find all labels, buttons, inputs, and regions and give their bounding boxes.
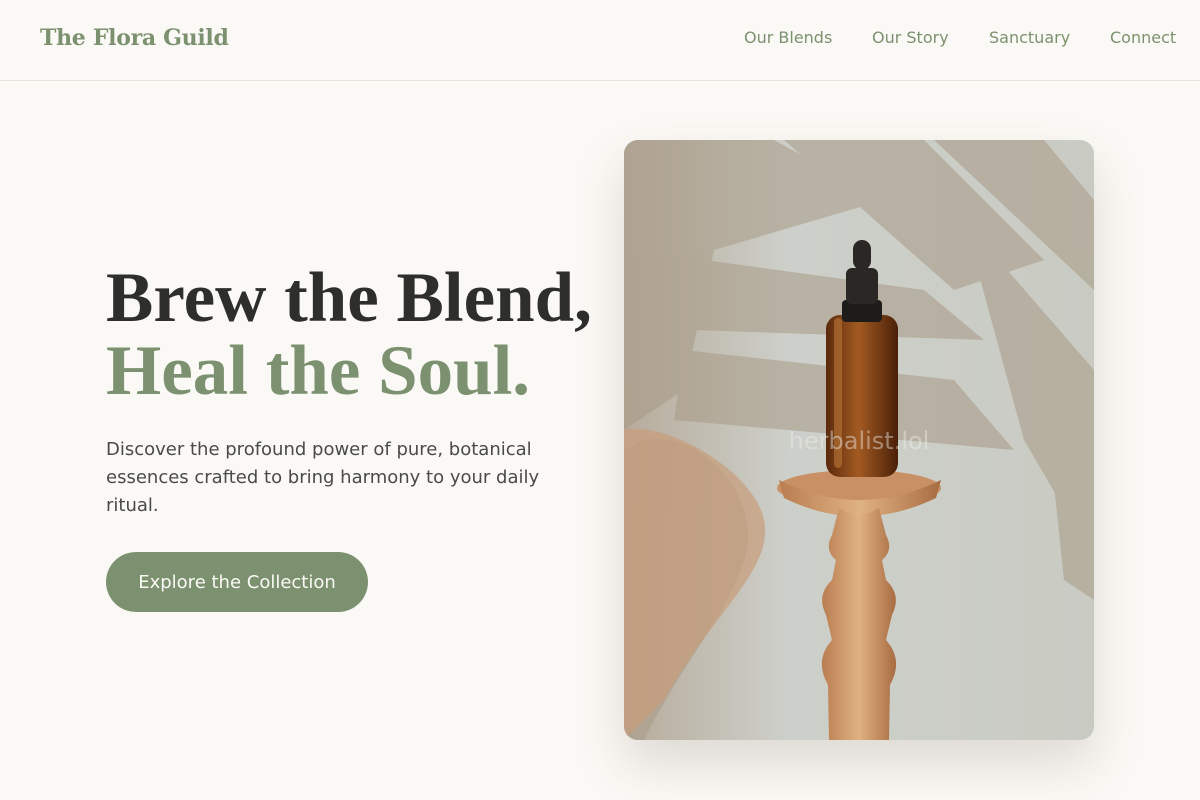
hero-heading-line1: Brew the Blend, bbox=[106, 259, 592, 337]
image-watermark: herbalist.lol bbox=[788, 427, 930, 455]
nav-link-our-story[interactable]: Our Story bbox=[872, 28, 949, 47]
hero-description: Discover the profound power of pure, bot… bbox=[106, 439, 540, 516]
hero-image: herbalist.lol bbox=[624, 140, 1094, 740]
nav-link-sanctuary[interactable]: Sanctuary bbox=[989, 28, 1070, 47]
nav-link-our-blends[interactable]: Our Blends bbox=[744, 28, 832, 47]
top-nav-bar: The Flora Guild Our Blends Our Story San… bbox=[0, 0, 1200, 81]
hero-heading: Brew the Blend, Heal the Soul. bbox=[106, 262, 606, 408]
explore-collection-button[interactable]: Explore the Collection bbox=[106, 552, 368, 612]
brand-logo[interactable]: The Flora Guild bbox=[40, 25, 229, 51]
hero-heading-line2: Heal the Soul. bbox=[106, 332, 531, 410]
nav-link-connect[interactable]: Connect bbox=[1110, 28, 1176, 47]
